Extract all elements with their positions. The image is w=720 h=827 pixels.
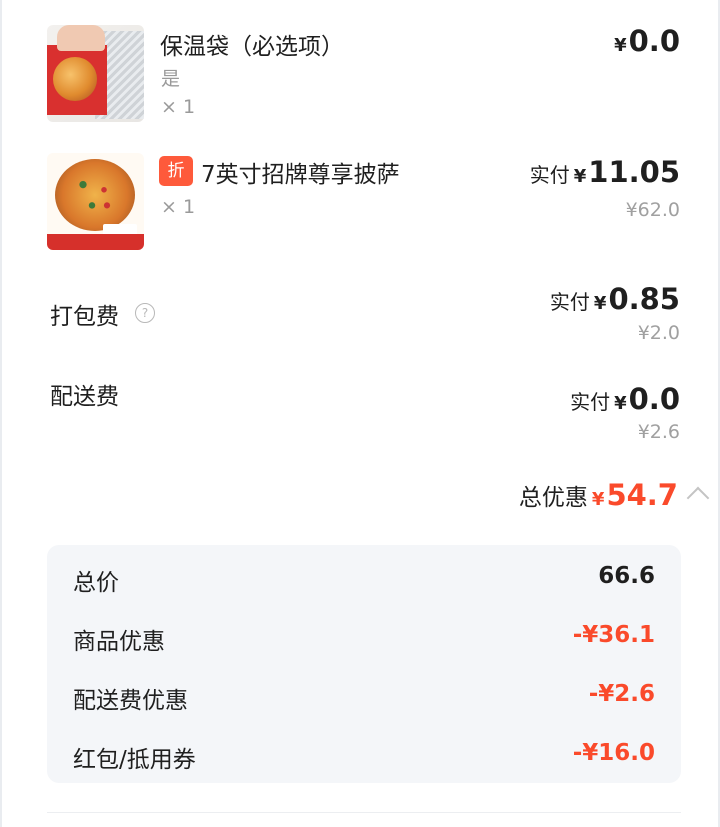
left-edge (0, 0, 2, 827)
box-pizza-print (53, 57, 97, 101)
pizza-shape (55, 159, 135, 231)
packaging-fee-paid: 实付 ¥0.85 (550, 282, 680, 316)
summary-label: 总价 (73, 570, 119, 596)
summary-value: -¥36.1 (572, 622, 655, 648)
price-value: 0.0 (628, 24, 680, 58)
yen-symbol: ¥ (591, 489, 605, 510)
item-price: ¥0.0 (614, 24, 680, 58)
summary-label: 商品优惠 (73, 629, 165, 655)
summary-label: 配送费优惠 (73, 688, 188, 714)
item-name: 7英寸招牌尊享披萨 (201, 162, 400, 188)
summary-row-coupon: 红包/抵用券 -¥16.0 (47, 734, 681, 774)
price-summary-panel: 总价 66.6 商品优惠 -¥36.1 配送费优惠 -¥2.6 红包/抵用券 -… (47, 545, 681, 783)
price-value: 0.0 (628, 382, 680, 416)
pizza-image (47, 153, 144, 250)
chevron-up-icon[interactable] (686, 486, 710, 510)
yen-symbol: ¥ (614, 393, 627, 414)
insulated-bag-image (47, 25, 144, 122)
summary-row-item-discount: 商品优惠 -¥36.1 (47, 616, 681, 656)
summary-row-delivery-discount: 配送费优惠 -¥2.6 (47, 675, 681, 715)
price-value: 0.85 (608, 282, 680, 316)
delivery-fee-label: 配送费 (50, 384, 119, 410)
yen-symbol: ¥ (593, 293, 607, 314)
divider (47, 812, 681, 813)
total-discount-toggle[interactable]: 总优惠 ¥54.7 (519, 478, 678, 512)
packaging-fee-original: ¥2.0 (637, 322, 680, 344)
yen-symbol: ¥ (573, 166, 587, 187)
total-discount-amount: 54.7 (606, 478, 678, 512)
total-discount-label: 总优惠 (518, 485, 588, 511)
item-name: 保温袋（必选项） (160, 34, 344, 60)
item-original-price: ¥62.0 (625, 199, 680, 221)
summary-label: 红包/抵用券 (73, 747, 196, 773)
paid-label: 实付 (570, 390, 611, 414)
discount-badge: 折 (159, 156, 193, 186)
yen-symbol: ¥ (614, 35, 627, 56)
item-option: 是 (161, 68, 181, 90)
item-qty: × 1 (161, 196, 196, 218)
summary-row-total: 总价 66.6 (47, 557, 681, 597)
hand-shape (57, 25, 105, 51)
delivery-fee-original: ¥2.6 (637, 421, 680, 443)
packaging-fee-label: 打包费 (50, 304, 119, 330)
price-value: 11.05 (588, 155, 680, 189)
item-paid-price: 实付 ¥11.05 (530, 155, 680, 189)
paid-label: 实付 (529, 163, 570, 187)
paid-label: 实付 (549, 290, 590, 314)
promo-strip-shape (47, 234, 144, 250)
question-circle-icon[interactable]: ? (135, 303, 155, 323)
item-qty: × 1 (161, 96, 196, 118)
summary-value: -¥2.6 (588, 681, 655, 707)
delivery-fee-paid: 实付 ¥0.0 (570, 382, 680, 416)
summary-value: 66.6 (598, 563, 655, 589)
summary-value: -¥16.0 (572, 740, 655, 766)
